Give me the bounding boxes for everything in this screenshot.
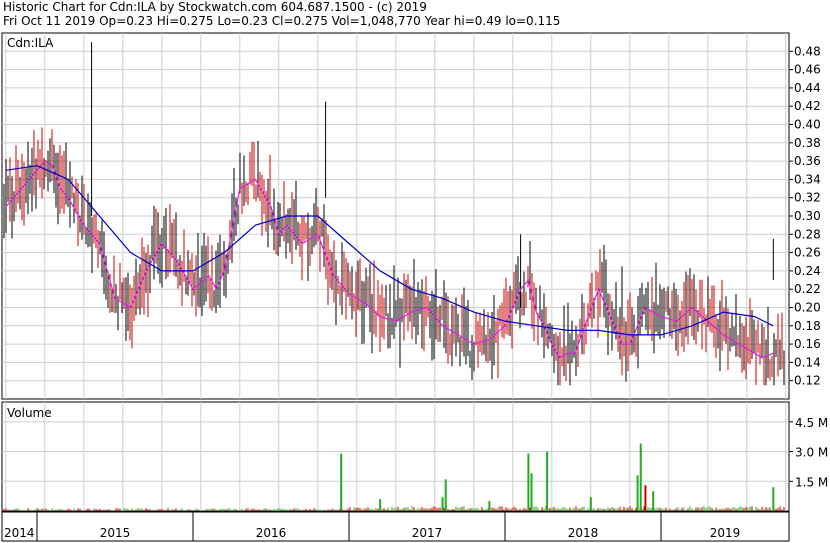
price-y-tick-label: 0.34 — [794, 172, 821, 186]
price-y-tick-label: 0.18 — [794, 319, 821, 333]
volume-spike-bar — [488, 501, 491, 511]
volume-spike-bar — [589, 497, 592, 511]
price-y-tick-label: 0.36 — [794, 154, 821, 168]
volume-panel-label: Volume — [7, 406, 52, 420]
x-axis-year-label: 2017 — [412, 526, 443, 540]
price-y-tick-label: 0.24 — [794, 264, 821, 278]
chart-svg: 0.12 0.14 0.16 0.18 0.20 0.22 0.24 0.26 0.28 0.30… — [1, 32, 828, 542]
volume-spike-bar — [636, 475, 639, 511]
x-axis-year-label: 2016 — [256, 526, 287, 540]
volume-spike-bar — [340, 453, 343, 511]
volume-spike-bar — [530, 473, 533, 511]
volume-spike-bar — [444, 479, 447, 511]
volume-y-tick-label: 4.5 M — [795, 416, 828, 430]
volume-spike-bar — [644, 485, 647, 511]
volume-spike-bar — [652, 491, 655, 511]
volume-spike-bar — [546, 451, 549, 511]
x-axis-year-label: 2019 — [710, 526, 741, 540]
price-y-tick-label: 0.30 — [794, 209, 821, 223]
price-y-tick-label: 0.28 — [794, 227, 821, 241]
price-y-tick-label: 0.32 — [794, 191, 821, 205]
volume-y-tick-label: 3.0 M — [795, 446, 828, 460]
price-y-tick-label: 0.14 — [794, 355, 821, 369]
price-y-tick-label: 0.16 — [794, 337, 821, 351]
x-axis-year-label: 2015 — [100, 526, 131, 540]
price-y-tick-label: 0.46 — [794, 63, 821, 77]
price-y-tick-label: 0.20 — [794, 301, 821, 315]
price-y-tick-label: 0.22 — [794, 282, 821, 296]
volume-spike-bar — [639, 443, 642, 511]
volume-spike-bar — [772, 487, 775, 511]
x-axis-panel: 2014 2015 2016 2017 2018 2019 — [1, 511, 790, 542]
price-y-tick-label: 0.12 — [794, 374, 821, 388]
volume-spike-bar — [379, 499, 382, 511]
volume-spike-bar — [527, 453, 530, 511]
price-panel: 0.12 0.14 0.16 0.18 0.20 0.22 0.24 0.26 0.28 0.30… — [1, 32, 821, 400]
price-panel-label: Cdn:ILA — [7, 36, 54, 50]
x-axis-year-label: 2014 — [4, 526, 35, 540]
price-y-tick-label: 0.40 — [794, 118, 821, 132]
chart-stage: Historic Chart for Cdn:ILA by Stockwatch… — [0, 0, 830, 543]
x-axis-year-label: 2018 — [568, 526, 599, 540]
price-y-tick-label: 0.44 — [794, 81, 821, 95]
volume-y-tick-label: 1.5 M — [795, 475, 828, 489]
price-y-tick-label: 0.26 — [794, 246, 821, 260]
price-y-tick-label: 0.38 — [794, 136, 821, 150]
volume-panel: Volume 1.5 M 3.0 M 4.5 M — [1, 401, 828, 512]
price-y-tick-label: 0.42 — [794, 99, 821, 113]
volume-spike-bar — [441, 497, 444, 511]
price-y-tick-label: 0.48 — [794, 44, 821, 58]
